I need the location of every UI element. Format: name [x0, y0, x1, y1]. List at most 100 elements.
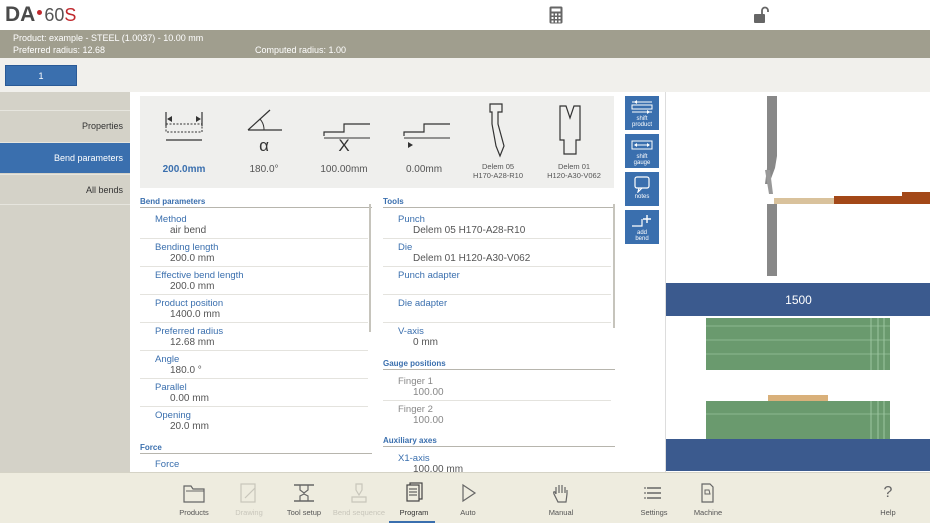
method-value[interactable]: air bend: [170, 225, 206, 236]
summary-x-value: 100.00mm: [320, 164, 368, 175]
force-divider: [140, 453, 372, 454]
finger-2-label: Finger 2: [398, 404, 433, 415]
bending-length-value[interactable]: 200.0 mm: [170, 253, 214, 264]
shift-product-label-2: product: [631, 122, 652, 128]
machine-button[interactable]: Machine: [681, 479, 735, 523]
die-label: Die: [398, 242, 413, 253]
v-axis-label: V-axis: [398, 326, 424, 337]
length-label: 1500: [785, 293, 812, 307]
bending-length-label: Bending length: [155, 242, 219, 253]
summary-angle[interactable]: α 180.0°: [224, 96, 304, 188]
punch-label: Punch: [398, 214, 425, 225]
tools-divider: [383, 207, 615, 208]
finger-1-label: Finger 1: [398, 376, 433, 387]
nav-all-bends[interactable]: All bends: [0, 174, 130, 205]
logo-model-suffix: S: [64, 5, 77, 25]
add-bend-label-2: bend: [635, 236, 649, 242]
row-divider: [140, 266, 368, 267]
angle-value[interactable]: 180.0 °: [170, 365, 202, 376]
preferred-radius-info: Preferred radius: 12.68: [13, 45, 106, 55]
force-label: Force: [155, 459, 180, 470]
bend-parameters-divider: [140, 207, 372, 208]
v-axis-value[interactable]: 0 mm: [413, 337, 438, 348]
opening-label: Opening: [155, 410, 191, 421]
row-divider: [140, 350, 368, 351]
summary-punch[interactable]: Delem 05 H170-A28-R10: [458, 96, 538, 188]
products-button[interactable]: Products: [167, 479, 221, 523]
tool-setup-label: Tool setup: [286, 508, 322, 517]
preferred-radius-value[interactable]: 12.68 mm: [170, 337, 214, 348]
drawing-icon: [240, 483, 256, 503]
effective-bend-length-label: Effective bend length: [155, 270, 244, 281]
top-bar: DA 60 S: [0, 0, 930, 30]
row-divider: [140, 406, 368, 407]
bend-preview-drawing: [765, 96, 930, 276]
tool-setup-button[interactable]: Tool setup: [277, 479, 331, 523]
punch-value[interactable]: Delem 05 H170-A28-R10: [413, 225, 525, 236]
drawing-button[interactable]: Drawing: [222, 479, 276, 523]
settings-label: Settings: [640, 508, 668, 517]
summary-length-value: 200.0mm: [162, 164, 206, 175]
logo-dot: [37, 10, 43, 15]
left-nav: Properties Bend parameters All bends: [0, 92, 130, 472]
backgauge-r-icon: [403, 123, 450, 148]
bend-sequence-icon: [351, 483, 367, 503]
tool-layout-drawing: [666, 318, 930, 471]
parallel-label: Parallel: [155, 382, 187, 393]
notes-button[interactable]: notes: [625, 172, 659, 206]
machine-label: Machine: [693, 508, 723, 517]
product-position-value[interactable]: 1400.0 mm: [170, 309, 220, 320]
bend-parameters-header: Bend parameters: [140, 197, 206, 206]
play-icon: [462, 483, 477, 503]
shift-gauge-label-2: gauge: [633, 160, 651, 166]
bend-tab-1[interactable]: 1: [5, 65, 77, 86]
main-panel: 200.0mm α 180.0° X 100.00mm 0.00mm Delem…: [130, 92, 665, 475]
tools-scrollbar[interactable]: [613, 204, 615, 328]
top-beam: 1500: [666, 283, 930, 316]
row-divider: [383, 400, 611, 401]
shift-gauge-button[interactable]: shift gauge: [625, 134, 659, 168]
folder-icon: [183, 485, 205, 503]
summary-angle-value: 180.0°: [249, 164, 279, 175]
die-icon: [559, 105, 581, 155]
auxiliary-axes-header: Auxiliary axes: [383, 436, 437, 445]
summary-r[interactable]: 0.00mm: [384, 96, 464, 188]
help-button[interactable]: ? Help: [861, 479, 915, 523]
settings-button[interactable]: Settings: [627, 479, 681, 523]
row-divider: [383, 294, 611, 295]
x1-axis-label: X1-axis: [398, 453, 430, 464]
row-divider: [140, 322, 368, 323]
die-value[interactable]: Delem 01 H120-A30-V062: [413, 253, 530, 264]
force-header: Force: [140, 443, 162, 452]
calculator-icon[interactable]: [549, 6, 565, 24]
bend-sequence-button[interactable]: Bend sequence: [332, 479, 386, 523]
machine-preview: 1500: [665, 92, 930, 472]
add-bend-button[interactable]: add bend: [625, 210, 659, 244]
manual-button[interactable]: Manual: [534, 479, 588, 523]
bend-summary: 200.0mm α 180.0° X 100.00mm 0.00mm Delem…: [140, 96, 614, 188]
nav-bend-parameters[interactable]: Bend parameters: [0, 142, 130, 173]
help-icon: ?: [883, 484, 893, 501]
row-divider: [383, 266, 611, 267]
summary-die[interactable]: Delem 01 H120-A30-V062: [534, 96, 614, 188]
tool-setup-icon: [294, 484, 314, 502]
auto-button[interactable]: Auto: [441, 479, 495, 523]
effective-bend-length-value[interactable]: 200.0 mm: [170, 281, 214, 292]
logo: DA 60 S: [5, 3, 76, 27]
opening-value[interactable]: 20.0 mm: [170, 421, 209, 432]
auxiliary-axes-divider: [383, 446, 615, 447]
summary-x[interactable]: X 100.00mm: [304, 96, 384, 188]
unlock-icon[interactable]: [753, 6, 769, 24]
auto-label: Auto: [460, 508, 476, 517]
shift-product-button[interactable]: shift product: [625, 96, 659, 130]
row-divider: [140, 378, 368, 379]
bend-params-scrollbar[interactable]: [369, 204, 371, 332]
die-adapter-label: Die adapter: [398, 298, 448, 309]
nav-properties[interactable]: Properties: [0, 110, 130, 141]
summary-length[interactable]: 200.0mm: [144, 96, 224, 188]
program-label: Program: [399, 508, 429, 517]
parallel-value[interactable]: 0.00 mm: [170, 393, 209, 404]
program-button[interactable]: Program: [387, 479, 441, 523]
shift-product-icon: [631, 100, 653, 114]
summary-r-value: 0.00mm: [405, 164, 443, 175]
